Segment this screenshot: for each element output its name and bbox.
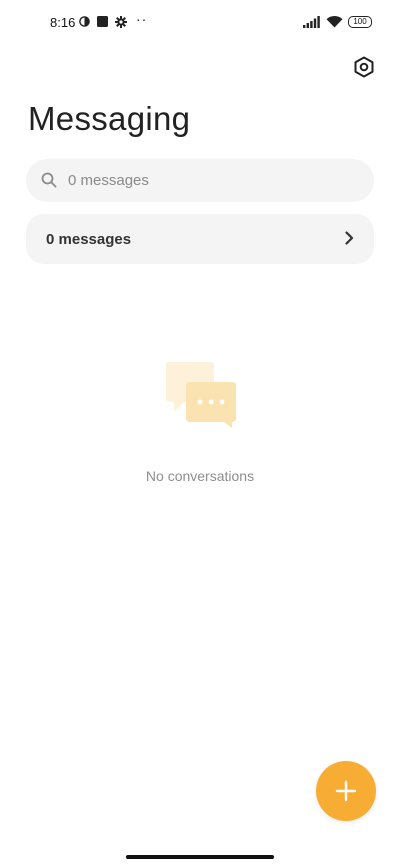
signal-icon <box>303 16 320 28</box>
chevron-right-icon <box>345 231 354 245</box>
status-bar: 8:16 ·· 100 <box>0 0 400 44</box>
more-notifications-indicator: ·· <box>136 11 148 27</box>
status-time: 8:16 <box>50 15 76 30</box>
wifi-icon <box>326 15 343 28</box>
new-message-button[interactable] <box>316 761 376 821</box>
empty-state-text: No conversations <box>145 468 255 484</box>
chat-bubbles-icon <box>166 362 236 428</box>
battery-icon: 100 <box>348 16 372 28</box>
search-placeholder: 0 messages <box>68 172 149 189</box>
data-saver-icon <box>79 16 90 27</box>
plus-icon <box>335 780 357 802</box>
search-icon <box>41 172 57 188</box>
search-input[interactable]: 0 messages <box>26 159 374 202</box>
messaging-screen: 8:16 ·· 100 Messaging 0 messages 0 messa… <box>0 0 400 866</box>
settings-hexagon-icon <box>354 56 374 78</box>
messages-row[interactable]: 0 messages <box>26 214 374 264</box>
square-notification-icon <box>97 16 108 27</box>
home-indicator[interactable] <box>126 855 274 859</box>
settings-button[interactable] <box>350 53 378 81</box>
gear-notification-icon <box>115 16 127 28</box>
page-title: Messaging <box>28 100 191 137</box>
messages-row-label: 0 messages <box>46 231 132 248</box>
